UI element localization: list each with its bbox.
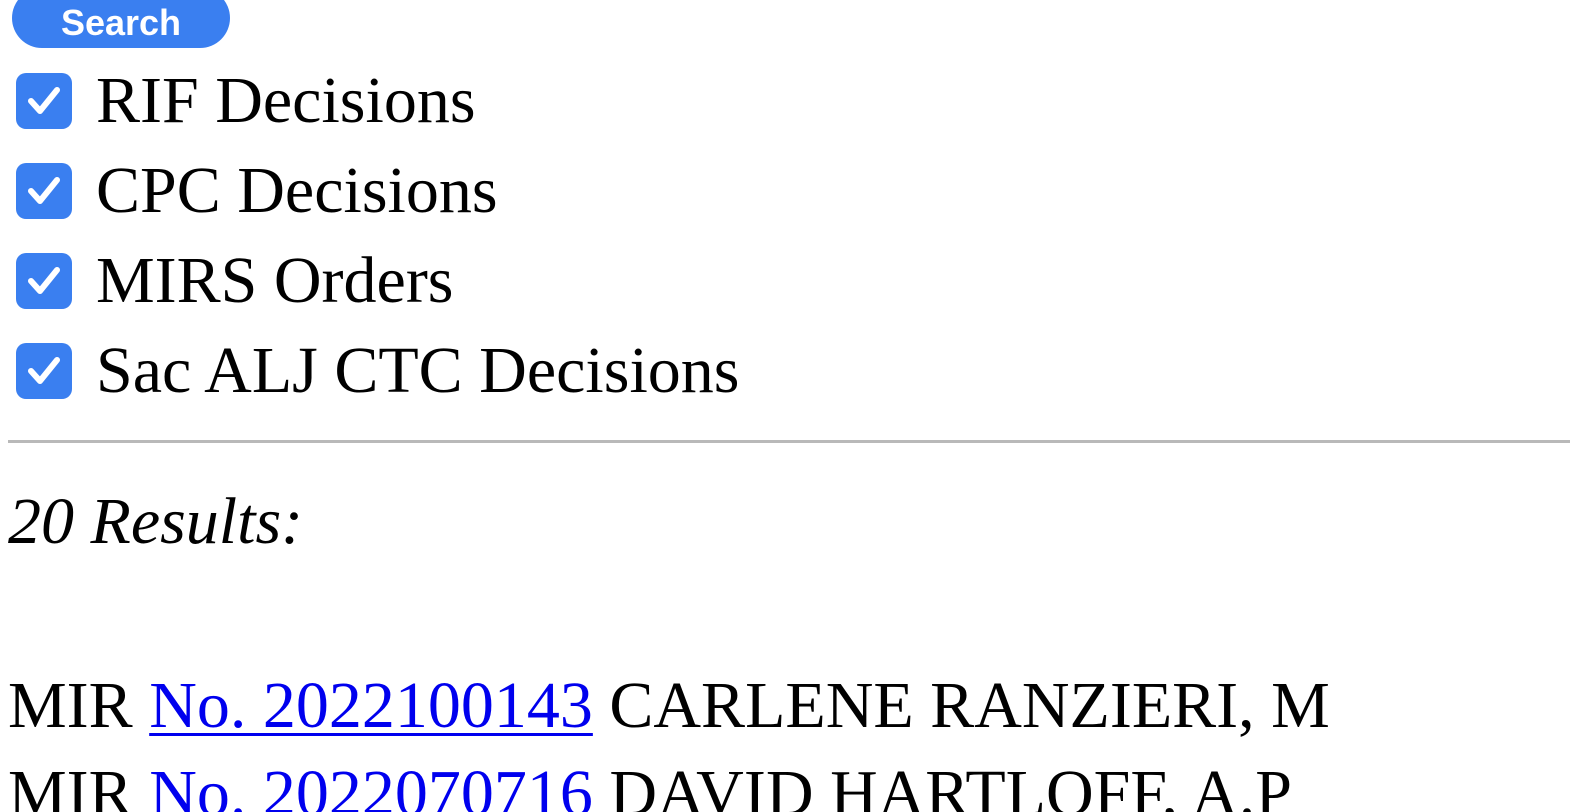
filter-label: RIF Decisions [96, 64, 476, 137]
checkmark-icon [28, 87, 60, 114]
results-count: 20 Results: [8, 485, 304, 558]
result-link[interactable]: No. 2022070716 [149, 757, 593, 812]
results-list: MIR No. 2022100143 CARLENE RANZIERI, M M… [8, 662, 1570, 812]
result-row: MIR No. 2022100143 CARLENE RANZIERI, M [8, 662, 1570, 750]
filter-checkbox[interactable] [16, 73, 72, 129]
checkmark-icon [28, 267, 60, 294]
result-title: CARLENE RANZIERI, M [609, 669, 1330, 742]
result-row: MIR No. 2022070716 DAVID HARTLOFF, A.P [8, 750, 1570, 812]
result-link[interactable]: No. 2022100143 [149, 669, 593, 742]
filter-label: MIRS Orders [96, 244, 454, 317]
checkmark-icon [28, 357, 60, 384]
filter-sac-alj-ctc-decisions[interactable]: Sac ALJ CTC Decisions [16, 326, 739, 416]
filter-checkbox[interactable] [16, 163, 72, 219]
filter-label: Sac ALJ CTC Decisions [96, 334, 740, 407]
filter-rif-decisions[interactable]: RIF Decisions [16, 56, 739, 146]
search-button[interactable]: Search [12, 0, 230, 48]
filter-checkbox[interactable] [16, 253, 72, 309]
checkmark-icon [28, 177, 60, 204]
filter-checkbox[interactable] [16, 343, 72, 399]
filter-checkbox-list: RIF Decisions CPC Decisions MIRS Orders [16, 56, 739, 416]
search-page: Search RIF Decisions CPC Decisions MIRS … [0, 0, 1570, 812]
filter-label: CPC Decisions [96, 154, 498, 227]
filter-mirs-orders[interactable]: MIRS Orders [16, 236, 739, 326]
result-title: DAVID HARTLOFF, A.P [609, 757, 1293, 812]
filter-cpc-decisions[interactable]: CPC Decisions [16, 146, 739, 236]
result-prefix: MIR [8, 757, 133, 812]
divider [8, 440, 1570, 443]
result-prefix: MIR [8, 669, 133, 742]
